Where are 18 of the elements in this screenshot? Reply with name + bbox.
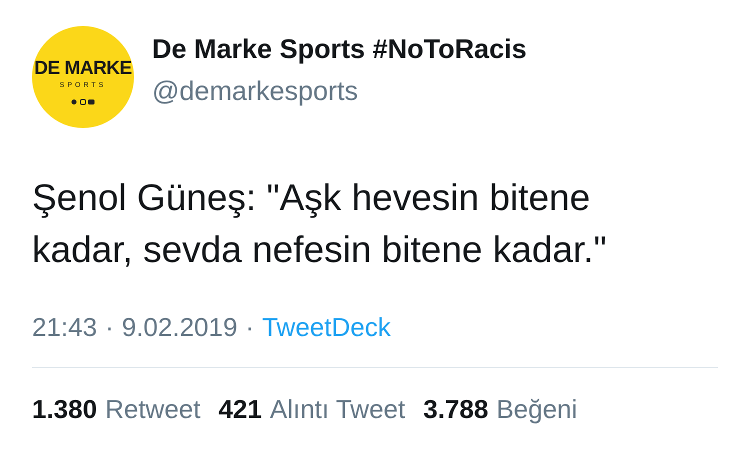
separator: · bbox=[245, 311, 254, 344]
tweet-text: Şenol Güneş: "Aşk hevesin bitene kadar, sevda nefesin bitene kadar." bbox=[32, 176, 608, 272]
stat-label: Alıntı Tweet bbox=[270, 393, 406, 426]
stat-link[interactable]: 421 Alıntı Tweet bbox=[218, 390, 406, 429]
stat-link[interactable]: 3.788 Beğeni bbox=[423, 390, 578, 429]
social-icons bbox=[71, 98, 95, 105]
stat-link[interactable]: 1.380 Retweet bbox=[32, 390, 200, 429]
author-name[interactable]: De Marke Sports #NoToRacis bbox=[152, 28, 527, 69]
tweet-date: 9.02.2019 bbox=[122, 311, 238, 344]
separator: · bbox=[105, 311, 114, 344]
stat-count: 1.380 bbox=[32, 393, 98, 426]
tweet-time: 21:43 bbox=[32, 311, 98, 344]
stat-count: 3.788 bbox=[423, 393, 488, 426]
author-handle[interactable]: @demarkesports bbox=[152, 71, 527, 112]
stat-count: 421 bbox=[218, 393, 262, 426]
stat-label: Beğeni bbox=[496, 393, 578, 426]
avatar-title: DE MARKE bbox=[34, 59, 132, 78]
stat-label: Retweet bbox=[105, 393, 200, 426]
